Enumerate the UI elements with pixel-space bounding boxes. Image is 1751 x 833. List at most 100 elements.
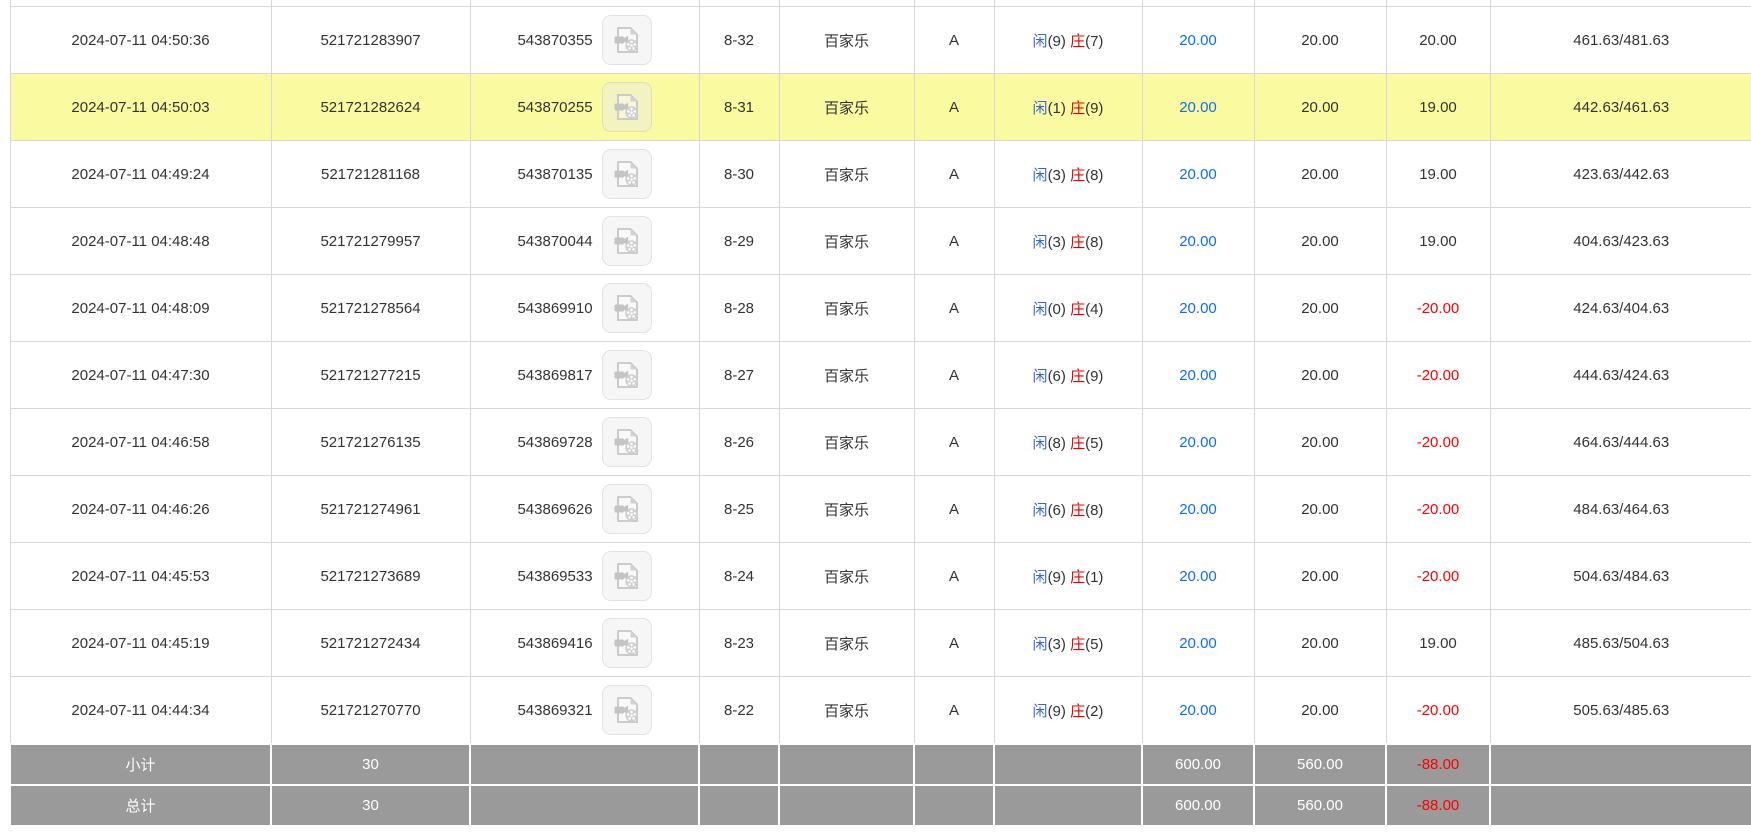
banker-label: 庄	[1070, 636, 1085, 653]
game-id-text: 543870135	[517, 166, 592, 183]
cell-balance: 442.63/461.63	[1490, 74, 1751, 141]
summary-label: 小计	[10, 744, 271, 785]
banker-label: 庄	[1070, 234, 1085, 251]
player-label: 闲	[1033, 569, 1048, 586]
bet-amount-link[interactable]: 20.00	[1179, 501, 1217, 518]
cell-table: A	[914, 476, 994, 543]
video-file-icon	[611, 91, 643, 123]
cell-valid-amount: 20.00	[1254, 74, 1386, 141]
cell-table: A	[914, 610, 994, 677]
video-replay-button[interactable]	[602, 15, 652, 65]
summary-valid-total: 560.00	[1254, 785, 1386, 826]
cell-result: 闲(6) 庄(8)	[994, 476, 1142, 543]
cell-table: A	[914, 141, 994, 208]
bet-amount-link[interactable]: 20.00	[1179, 702, 1217, 719]
bet-amount-link[interactable]: 20.00	[1179, 300, 1217, 317]
cell-result: 闲(8) 庄(5)	[994, 409, 1142, 476]
cell-game-name: 百家乐	[779, 208, 914, 275]
cell-result: 闲(6) 庄(9)	[994, 342, 1142, 409]
cell-game-name: 百家乐	[779, 677, 914, 745]
cell-win-loss: -20.00	[1386, 342, 1490, 409]
cell-order-id: 521721279957	[271, 208, 470, 275]
cell-valid-amount: 20.00	[1254, 141, 1386, 208]
banker-score: (8)	[1085, 167, 1103, 184]
cell-balance: 504.63/484.63	[1490, 543, 1751, 610]
cell-round: 8-23	[699, 610, 779, 677]
banker-label: 庄	[1070, 435, 1085, 452]
player-label: 闲	[1033, 368, 1048, 385]
cell-bet-time: 2024-07-11 04:48:48	[10, 208, 271, 275]
video-replay-button[interactable]	[602, 551, 652, 601]
player-score: (6)	[1048, 368, 1066, 385]
cell-order-id: 521721276135	[271, 409, 470, 476]
cell-order-id: 521721270770	[271, 677, 470, 745]
summary-label: 总计	[10, 785, 271, 826]
cell-bet-time: 2024-07-11 04:46:26	[10, 476, 271, 543]
video-replay-button[interactable]	[602, 82, 652, 132]
banker-label: 庄	[1070, 703, 1085, 720]
cell-balance: 485.63/504.63	[1490, 610, 1751, 677]
cell-valid-amount: 20.00	[1254, 677, 1386, 745]
player-score: (9)	[1048, 569, 1066, 586]
cell-valid-amount: 20.00	[1254, 409, 1386, 476]
player-label: 闲	[1033, 100, 1048, 117]
video-replay-button[interactable]	[602, 149, 652, 199]
bet-amount-link[interactable]: 20.00	[1179, 233, 1217, 250]
video-replay-button[interactable]	[602, 350, 652, 400]
cell-balance: 484.63/464.63	[1490, 476, 1751, 543]
cell-game-id: 543869321	[470, 677, 699, 745]
cell-game-id: 543869817	[470, 342, 699, 409]
cell-game-id: 543870135	[470, 141, 699, 208]
cell-result: 闲(9) 庄(2)	[994, 677, 1142, 745]
video-replay-button[interactable]	[602, 417, 652, 467]
cell-bet-amount: 20.00	[1142, 610, 1254, 677]
game-id-text: 543869910	[517, 300, 592, 317]
video-replay-button[interactable]	[602, 618, 652, 668]
bet-amount-link[interactable]: 20.00	[1179, 32, 1217, 49]
video-replay-button[interactable]	[602, 216, 652, 266]
cell-round: 8-25	[699, 476, 779, 543]
summary-bet-total: 600.00	[1142, 785, 1254, 826]
game-id-text: 543870355	[517, 32, 592, 49]
cell-result: 闲(3) 庄(8)	[994, 141, 1142, 208]
video-file-icon	[611, 627, 643, 659]
cell-game-name: 百家乐	[779, 342, 914, 409]
cell-round: 8-28	[699, 275, 779, 342]
bet-amount-link[interactable]: 20.00	[1179, 367, 1217, 384]
cell-valid-amount: 20.00	[1254, 476, 1386, 543]
cell-valid-amount: 20.00	[1254, 342, 1386, 409]
cell-win-loss: 20.00	[1386, 7, 1490, 74]
cell-table: A	[914, 208, 994, 275]
bet-amount-link[interactable]: 20.00	[1179, 99, 1217, 116]
cell-round: 8-31	[699, 74, 779, 141]
bet-amount-link[interactable]: 20.00	[1179, 568, 1217, 585]
cell-valid-amount: 20.00	[1254, 275, 1386, 342]
cell-order-id: 521721282624	[271, 74, 470, 141]
cell-bet-amount: 20.00	[1142, 275, 1254, 342]
banker-score: (9)	[1085, 368, 1103, 385]
cell-balance: 464.63/444.63	[1490, 409, 1751, 476]
cell-table: A	[914, 275, 994, 342]
banker-score: (8)	[1085, 234, 1103, 251]
cell-bet-time: 2024-07-11 04:46:58	[10, 409, 271, 476]
game-id-text: 543869817	[517, 367, 592, 384]
cell-bet-time: 2024-07-11 04:48:09	[10, 275, 271, 342]
cell-win-loss: -20.00	[1386, 543, 1490, 610]
bet-amount-link[interactable]: 20.00	[1179, 635, 1217, 652]
bet-amount-link[interactable]: 20.00	[1179, 434, 1217, 451]
cell-game-id: 543869728	[470, 409, 699, 476]
cell-win-loss: 19.00	[1386, 610, 1490, 677]
cell-result: 闲(0) 庄(4)	[994, 275, 1142, 342]
bet-amount-link[interactable]: 20.00	[1179, 166, 1217, 183]
cell-bet-amount: 20.00	[1142, 677, 1254, 745]
summary-row: 总计 30 600.00 560.00 -88.00	[10, 785, 1751, 826]
video-replay-button[interactable]	[602, 484, 652, 534]
cell-game-id: 543870355	[470, 7, 699, 74]
player-label: 闲	[1033, 703, 1048, 720]
cell-game-id: 543870044	[470, 208, 699, 275]
bet-record-row: 2024-07-11 04:49:24 521721281168 5438701…	[10, 141, 1751, 208]
video-replay-button[interactable]	[602, 283, 652, 333]
video-replay-button[interactable]	[602, 685, 652, 735]
cell-bet-amount: 20.00	[1142, 208, 1254, 275]
cell-bet-time: 2024-07-11 04:45:19	[10, 610, 271, 677]
